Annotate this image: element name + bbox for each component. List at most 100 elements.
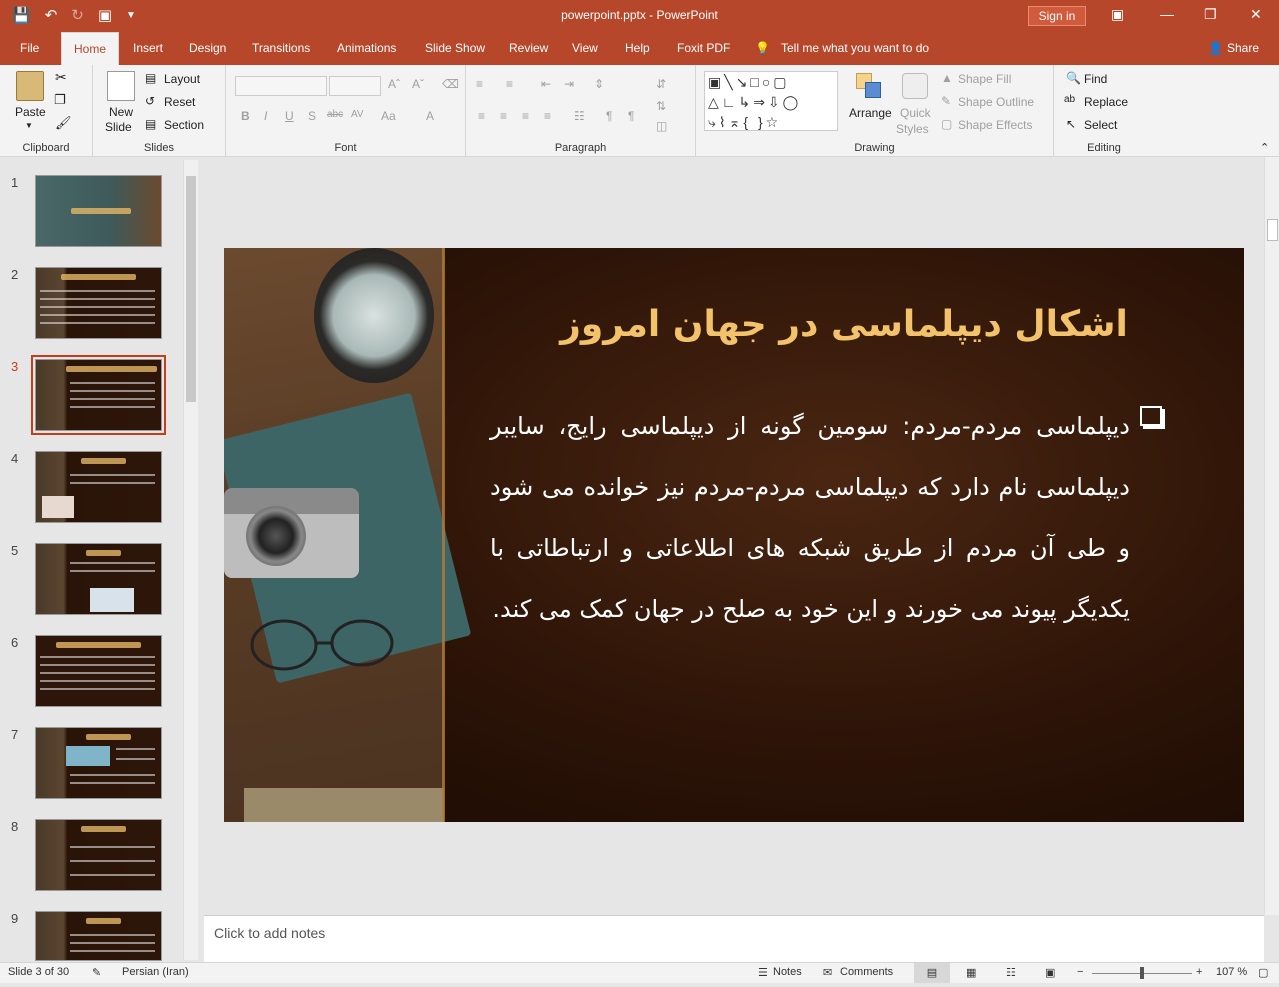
shapes-gallery[interactable]: ▣╲↘□○▢ △∟↳⇒⇩◯ ⤷⌇⌅{ }☆ (704, 71, 838, 131)
quick-styles-label-1[interactable]: Quick (900, 106, 931, 120)
paste-dropdown-icon[interactable]: ▼ (25, 121, 33, 130)
restore-icon[interactable]: ❐ (1204, 6, 1217, 23)
select-button[interactable]: Select (1084, 118, 1117, 132)
new-slide-icon[interactable] (107, 71, 135, 101)
tab-animations[interactable]: Animations (337, 32, 396, 65)
underline-icon[interactable]: U (285, 109, 294, 123)
tab-foxit-pdf[interactable]: Foxit PDF (677, 32, 730, 65)
shape-outline-button[interactable]: Shape Outline (958, 95, 1034, 109)
slide-sorter-icon[interactable]: ▦ (966, 966, 976, 979)
slide-canvas[interactable]: اشکال دیپلماسی در جهان امروز دیپلماسی مر… (224, 248, 1244, 822)
tab-home[interactable]: Home (61, 32, 120, 65)
close-icon[interactable]: ✕ (1250, 6, 1262, 23)
slideshow-icon[interactable]: ▣ (1045, 966, 1055, 979)
align-center-icon[interactable]: ≡ (500, 109, 507, 123)
replace-button[interactable]: Replace (1084, 95, 1128, 109)
layout-button[interactable]: Layout (164, 72, 200, 86)
tab-help[interactable]: Help (625, 32, 650, 65)
thumbnail-3[interactable]: 3 (0, 355, 180, 435)
columns-icon[interactable]: ☷ (574, 109, 585, 123)
thumbnail-6[interactable]: 6 (0, 635, 180, 711)
italic-icon[interactable]: I (264, 109, 267, 123)
paste-icon[interactable] (16, 71, 44, 101)
tab-transitions[interactable]: Transitions (252, 32, 310, 65)
rtl-icon[interactable]: ¶ (606, 109, 612, 123)
zoom-in-icon[interactable]: + (1196, 966, 1202, 978)
comments-button[interactable]: Comments (840, 966, 893, 978)
thumbnail-8[interactable]: 8 (0, 819, 180, 895)
notes-placeholder[interactable]: Click to add notes (214, 925, 325, 941)
line-spacing-icon[interactable]: ⇕ (594, 77, 604, 91)
collapse-ribbon-icon[interactable]: ⌃ (1260, 141, 1269, 154)
paste-button[interactable]: Paste (15, 105, 46, 119)
normal-view-icon[interactable]: ▤ (914, 963, 950, 983)
cut-icon[interactable]: ✂ (55, 69, 67, 86)
sign-in-button[interactable]: Sign in (1028, 6, 1086, 26)
tab-design[interactable]: Design (189, 32, 226, 65)
thumbnail-1[interactable]: 1 (0, 175, 180, 251)
thumbnail-scrollbar[interactable] (183, 160, 198, 960)
find-button[interactable]: Find (1084, 72, 1107, 86)
ribbon-display-options-icon[interactable]: ▣ (1111, 6, 1124, 23)
bullets-icon[interactable]: ≡ (476, 77, 483, 91)
new-slide-label-1[interactable]: New (109, 105, 133, 119)
slide-scrollbar[interactable] (1264, 157, 1279, 915)
arrange-icon[interactable] (856, 73, 882, 99)
arrange-button[interactable]: Arrange (849, 106, 892, 120)
tab-slide-show[interactable]: Slide Show (425, 32, 485, 65)
shrink-font-icon[interactable]: Aˇ (412, 77, 424, 91)
language-indicator[interactable]: Persian (Iran) (122, 966, 189, 978)
new-slide-label-2[interactable]: Slide (105, 120, 132, 134)
notes-button[interactable]: Notes (773, 966, 802, 978)
fit-to-window-icon[interactable]: ▢ (1258, 966, 1268, 979)
format-painter-icon[interactable]: 🖌 (55, 115, 72, 131)
bold-icon[interactable]: B (241, 109, 250, 123)
align-right-icon[interactable]: ≡ (522, 109, 529, 123)
tab-review[interactable]: Review (509, 32, 548, 65)
change-case-icon[interactable]: Aa (381, 109, 396, 123)
slide-scroll-thumb[interactable] (1267, 219, 1278, 241)
shape-fill-button[interactable]: Shape Fill (958, 72, 1011, 86)
font-color-icon[interactable]: A (426, 109, 434, 123)
zoom-level[interactable]: 107 % (1216, 966, 1247, 978)
justify-icon[interactable]: ≡ (544, 109, 551, 123)
clear-formatting-icon[interactable]: ⌫ (442, 77, 459, 91)
slide-body-text[interactable]: دیپلماسی مردم-مردم: سومین گونه از دیپلما… (490, 396, 1130, 640)
increase-indent-icon[interactable]: ⇥ (564, 77, 574, 91)
spelling-icon[interactable]: ✎ (92, 966, 101, 979)
tab-file[interactable]: File (20, 32, 39, 65)
section-button[interactable]: Section (164, 118, 204, 132)
minimize-icon[interactable]: — (1160, 6, 1174, 22)
font-size-select[interactable] (329, 76, 381, 96)
zoom-out-icon[interactable]: − (1077, 966, 1083, 978)
thumbnail-5[interactable]: 5 (0, 543, 180, 619)
shadow-icon[interactable]: S (308, 109, 316, 123)
align-left-icon[interactable]: ≡ (478, 109, 485, 123)
strikethrough-icon[interactable]: abc (327, 109, 343, 120)
thumbnail-7[interactable]: 7 (0, 727, 180, 803)
numbering-icon[interactable]: ≡ (506, 77, 513, 91)
smartart-icon[interactable]: ◫ (656, 119, 667, 133)
grow-font-icon[interactable]: Aˆ (388, 77, 400, 91)
quick-styles-label-2[interactable]: Styles (896, 122, 929, 136)
thumbnail-2[interactable]: 2 (0, 267, 180, 343)
tell-me-search[interactable]: Tell me what you want to do (781, 32, 929, 65)
tab-insert[interactable]: Insert (133, 32, 163, 65)
thumbnail-scroll-thumb[interactable] (186, 176, 196, 402)
decrease-indent-icon[interactable]: ⇤ (541, 77, 551, 91)
thumbnail-4[interactable]: 4 (0, 451, 180, 527)
font-name-select[interactable] (235, 76, 327, 96)
notes-pane[interactable]: Click to add notes (204, 915, 1264, 962)
character-spacing-icon[interactable]: AV (351, 109, 364, 120)
slide-title[interactable]: اشکال دیپلماسی در جهان امروز (474, 304, 1214, 345)
quick-styles-icon[interactable] (902, 73, 928, 99)
shape-effects-button[interactable]: Shape Effects (958, 118, 1033, 132)
reading-view-icon[interactable]: ☷ (1006, 966, 1016, 979)
reset-button[interactable]: Reset (164, 95, 195, 109)
copy-icon[interactable]: ❐ (54, 92, 66, 108)
tab-view[interactable]: View (572, 32, 598, 65)
align-text-icon[interactable]: ⇅ (656, 99, 666, 113)
ltr-icon[interactable]: ¶ (628, 109, 634, 123)
text-direction-icon[interactable]: ⇵ (656, 77, 666, 91)
share-button[interactable]: Share (1227, 32, 1259, 65)
